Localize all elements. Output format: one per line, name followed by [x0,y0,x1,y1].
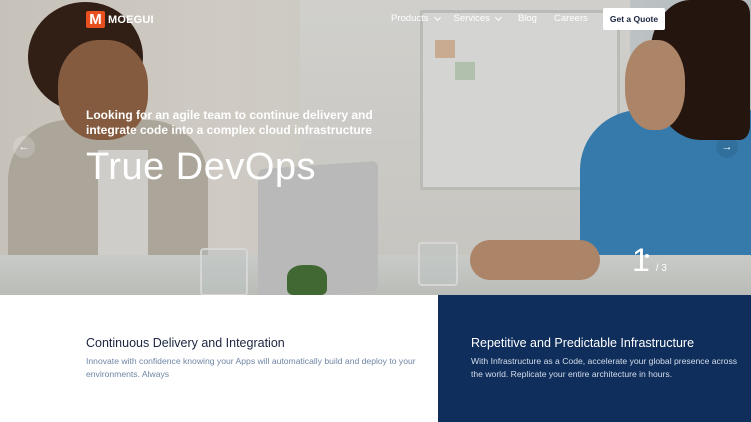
slide-dot [645,254,649,258]
site-logo[interactable]: M MOEGUI [86,11,154,28]
nav-item-careers[interactable]: Careers [554,13,588,24]
nav-item-products[interactable]: Products [391,13,441,24]
nav-item-blog[interactable]: Blog [518,13,537,24]
feature-description: With Infrastructure as a Code, accelerat… [471,356,738,379]
slider-prev-button[interactable]: ← [13,136,35,158]
slide-counter: 1 / 3 [632,244,667,276]
hero-subtitle: Looking for an agile team to continue de… [86,108,373,137]
feature-description: Innovate with confidence knowing your Ap… [86,356,416,379]
logo-mark: M [86,11,105,28]
chevron-down-icon [433,13,441,21]
hero-title: True DevOps [86,146,317,188]
slide-current: 1 [632,242,650,278]
feature-title: Repetitive and Predictable Infrastructur… [471,336,695,350]
page: M MOEGUI Products Services Blog Careers … [0,0,751,422]
nav-label: Careers [553,13,588,24]
nav-label: Blog [517,13,537,24]
logo-text: MOEGUI [108,13,154,26]
get-quote-button[interactable]: Get a Quote [603,8,665,30]
slider-next-button[interactable]: → [716,136,738,158]
nav-label: Products [391,13,429,24]
arrow-right-icon: → [721,141,733,153]
nav-item-services[interactable]: Services [453,13,502,24]
main-nav: Products Services Blog Careers [391,13,588,24]
arrow-left-icon: ← [18,141,30,153]
feature-title: Continuous Delivery and Integration [86,336,285,350]
slide-total: / 3 [655,263,667,274]
nav-label: Services [453,13,490,24]
chevron-down-icon [494,13,502,21]
